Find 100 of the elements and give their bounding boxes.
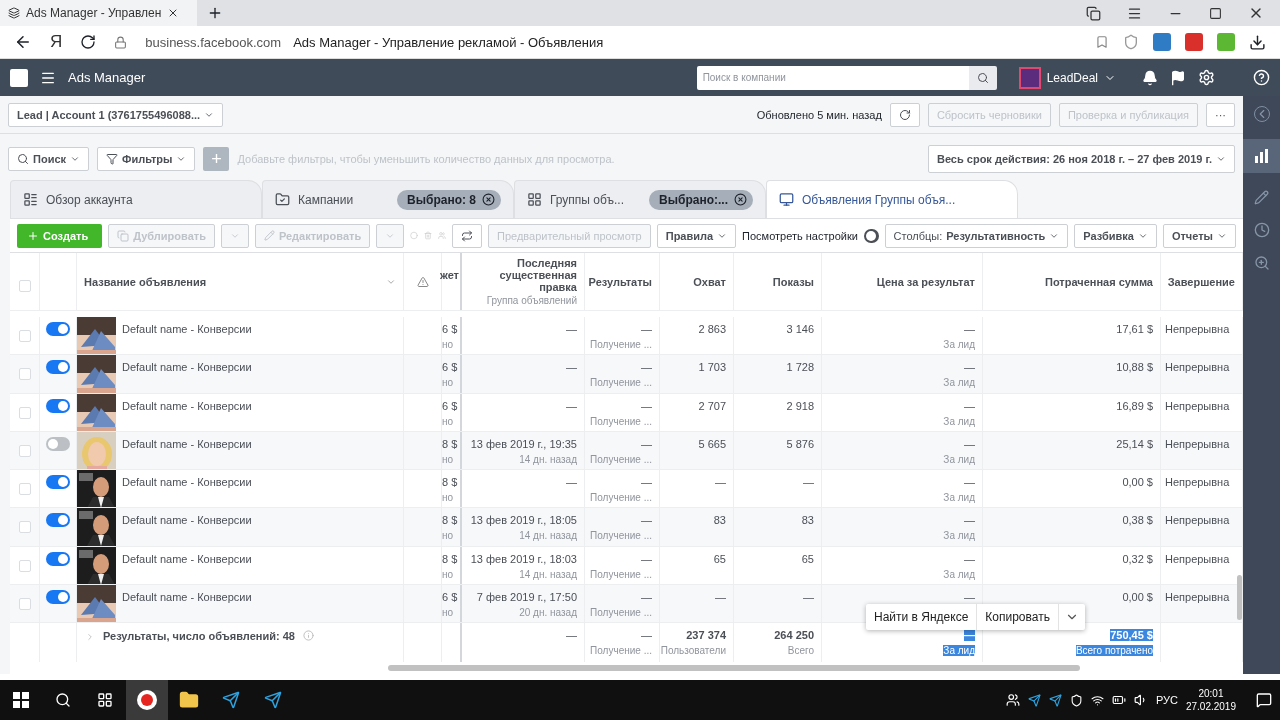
folder-icon[interactable] (179, 690, 199, 710)
column-header[interactable]: Охват (693, 275, 726, 288)
telegram-icon[interactable] (1048, 693, 1062, 707)
status-toggle[interactable] (46, 398, 70, 413)
clock-date[interactable]: 27.02.2019 (1185, 700, 1236, 713)
bell-icon[interactable] (1142, 69, 1158, 86)
status-toggle[interactable] (46, 551, 70, 566)
clock-icon[interactable] (1253, 222, 1270, 238)
telegram-icon[interactable] (264, 691, 282, 709)
account-menu[interactable]: LeadDeal (1018, 66, 1116, 89)
refresh-button[interactable] (889, 102, 920, 127)
column-header[interactable]: Завершение (1167, 275, 1235, 288)
help-icon[interactable] (1253, 69, 1270, 86)
menu-item[interactable]: Найти в Яндексе (866, 604, 978, 630)
view-settings-switch[interactable] (863, 228, 879, 243)
status-toggle[interactable] (46, 513, 70, 528)
wifi-icon[interactable] (1090, 693, 1104, 707)
language-indicator[interactable]: РУС (1155, 694, 1178, 706)
tab[interactable]: Группы объ... Выбрано:... (514, 180, 766, 218)
reload-icon[interactable] (80, 34, 97, 50)
browser-tab[interactable]: Ads Manager - Управлен (0, 0, 197, 26)
column-header[interactable]: Название объявления (84, 275, 207, 288)
remove-icon[interactable] (734, 193, 747, 206)
clock-time[interactable]: 20:01 (1198, 687, 1224, 700)
settings-icon[interactable] (1198, 69, 1215, 86)
pencil-icon[interactable] (1254, 190, 1269, 205)
search-icon[interactable] (55, 692, 71, 708)
back-icon[interactable] (14, 33, 32, 51)
status-toggle[interactable] (46, 322, 70, 336)
column-header[interactable]: Результаты (588, 275, 652, 288)
row-checkbox[interactable] (18, 521, 31, 534)
selection-chip[interactable]: Выбрано: 8 (397, 189, 501, 210)
budget-caption: но (442, 568, 454, 580)
tab[interactable]: Объявления Группы объя... (766, 180, 1018, 218)
ad-name[interactable]: Default name - Конверсии (122, 317, 252, 355)
row-checkbox[interactable] (18, 483, 31, 496)
maximize-icon[interactable] (1209, 6, 1222, 20)
ad-name[interactable]: Default name - Конверсии (122, 355, 252, 393)
ad-name[interactable]: Default name - Конверсии (122, 393, 252, 431)
account-selector[interactable]: Lead | Account 1 (3761755496088... (8, 102, 224, 127)
status-toggle[interactable] (46, 590, 70, 605)
ad-name[interactable]: Default name - Конверсии (122, 585, 252, 623)
row-checkbox[interactable] (18, 368, 31, 381)
people-icon[interactable] (1005, 693, 1020, 707)
menu-icon[interactable] (1127, 5, 1142, 21)
column-header[interactable]: Потраченная сумма (1044, 275, 1153, 288)
column-header[interactable]: жет (440, 269, 459, 281)
selection-chip[interactable]: Выбрано:... (649, 189, 753, 210)
ad-name[interactable]: Default name - Конверсии (122, 546, 252, 585)
tab[interactable]: Обзор аккаунта (10, 180, 262, 218)
browser-icon[interactable] (136, 689, 158, 711)
shield-icon[interactable] (1069, 693, 1083, 707)
scrollbar[interactable] (1237, 575, 1242, 620)
notifications-icon[interactable] (1256, 692, 1272, 708)
search-field[interactable]: Поиск в компании (696, 65, 969, 90)
search-button[interactable] (968, 65, 997, 90)
date-range-dropdown[interactable]: Весь срок действия: 26 ноя 2018 г. – 27 фев 2019 г. (927, 145, 1235, 173)
tab[interactable]: Кампании Выбрано: 8 (262, 180, 514, 218)
column-header[interactable]: Показы (772, 275, 814, 288)
url-domain[interactable]: business.facebook.com (145, 34, 282, 50)
row-checkbox[interactable] (18, 406, 31, 419)
rules-dropdown[interactable]: Правила (656, 223, 737, 248)
search-dropdown[interactable]: Поиск (8, 147, 89, 171)
scrollbar[interactable] (388, 665, 1080, 671)
breakdown-dropdown[interactable]: Разбивка (1074, 223, 1157, 248)
row-checkbox[interactable] (18, 330, 31, 342)
filters-dropdown[interactable]: Фильтры (97, 147, 196, 171)
status-toggle[interactable] (46, 475, 70, 490)
zoom-icon[interactable] (1253, 255, 1270, 271)
column-header[interactable]: Последняя существенная правка (469, 257, 577, 293)
row-checkbox[interactable] (18, 598, 31, 611)
ad-name[interactable]: Default name - Конверсии (122, 470, 252, 508)
select-all-checkbox[interactable] (18, 280, 31, 292)
budget-caption: но (442, 377, 454, 389)
tabs-icon[interactable] (1086, 5, 1101, 21)
columns-dropdown[interactable]: Столбцы: Результативность (884, 223, 1069, 248)
plus-icon (27, 229, 39, 242)
bookmark-icon[interactable] (1095, 35, 1109, 49)
ad-name[interactable]: Default name - Конверсии (122, 431, 252, 470)
logo-icon[interactable] (10, 68, 28, 87)
browser-logo[interactable]: Я (50, 32, 63, 52)
remove-icon[interactable] (482, 193, 495, 206)
chart-icon[interactable] (1243, 139, 1280, 173)
row-checkbox[interactable] (18, 444, 31, 457)
windows-icon[interactable] (13, 692, 29, 708)
telegram-icon[interactable] (222, 691, 240, 709)
menu-item[interactable]: Копировать (977, 604, 1059, 630)
column-header[interactable]: Цена за результат (876, 275, 975, 288)
status-toggle[interactable] (46, 360, 70, 375)
flag-icon[interactable] (1170, 69, 1186, 86)
row-checkbox[interactable] (18, 559, 31, 572)
task-view-icon[interactable] (97, 692, 113, 708)
telegram-icon[interactable] (1027, 693, 1041, 707)
ad-name[interactable]: Default name - Конверсии (122, 508, 252, 546)
status-toggle[interactable] (46, 436, 70, 451)
more-button[interactable]: ··· (1206, 102, 1235, 127)
download-icon[interactable] (1249, 33, 1266, 51)
reports-dropdown[interactable]: Отчеты (1162, 223, 1236, 248)
new-tab-icon[interactable] (207, 5, 223, 21)
battery-icon[interactable] (1111, 693, 1126, 707)
